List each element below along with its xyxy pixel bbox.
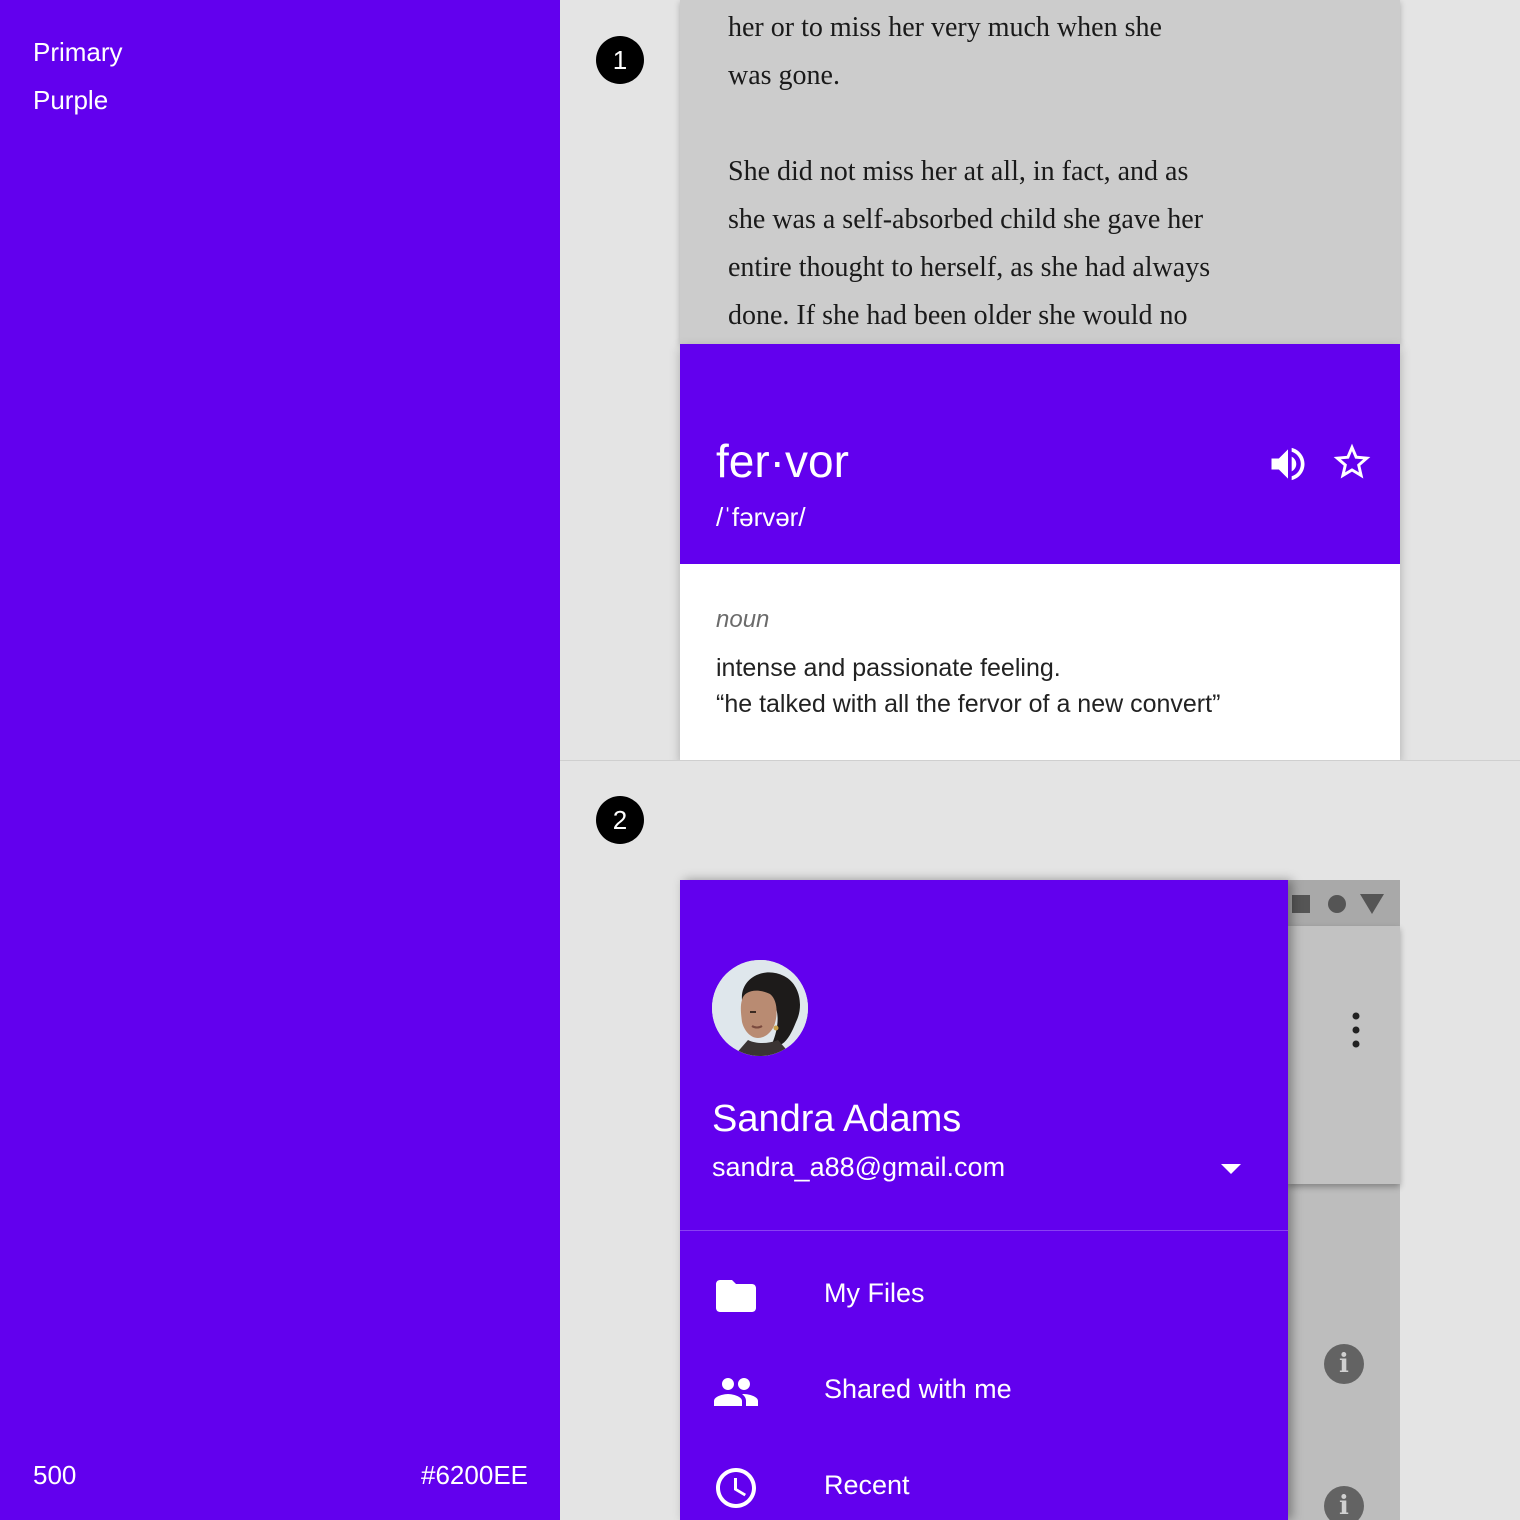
dictionary-card: fer·vor /ˈfərvər/ noun intense and passi… — [680, 344, 1400, 760]
book-line: her or to miss her very much when she — [728, 12, 1162, 43]
swatch-title: Primary Purple — [33, 28, 123, 124]
nav-item-my-files[interactable]: My Files — [680, 1248, 1288, 1344]
dictionary-header: fer·vor /ˈfərvər/ — [680, 344, 1400, 564]
status-bar — [1288, 880, 1400, 926]
info-icon[interactable]: i — [1324, 1344, 1364, 1384]
account-email: sandra_a88@gmail.com — [712, 1152, 1006, 1182]
back-triangle-icon — [1360, 894, 1384, 914]
avatar-portrait-image — [712, 960, 808, 1056]
folder-icon — [716, 1280, 756, 1312]
book-line: she was a self-absorbed child she gave h… — [728, 204, 1204, 235]
definition-text: intense and passionate feeling. — [716, 654, 1061, 682]
navigation-drawer: Sandra Adams sandra_a88@gmail.com My Fil… — [680, 880, 1288, 1520]
definition-block: intense and passionate feeling. “he talk… — [716, 650, 1220, 722]
book-line: done. If she had been older she would no — [728, 300, 1188, 331]
nav-item-label: Shared with me — [824, 1374, 1012, 1404]
clock-icon — [716, 1468, 756, 1508]
info-icon[interactable]: i — [1324, 1486, 1364, 1520]
account-name: Sandra Adams — [712, 1098, 962, 1140]
book-line: She did not miss her at all, in fact, an… — [728, 156, 1189, 187]
recents-square-icon — [1292, 895, 1310, 913]
example-sentence: “he talked with all the fervor of a new … — [716, 690, 1221, 718]
app-toolbar — [1288, 926, 1400, 1184]
example-panel-1: 1 her or to miss her very much when she … — [560, 0, 1520, 760]
swatch-hex: #6200EE — [421, 1460, 528, 1490]
star-outline-icon[interactable] — [1330, 440, 1374, 484]
example-panel-2: 2 i i Sandra Adams sandra_a88@gmail.com … — [560, 761, 1520, 1520]
nav-item-recent[interactable]: Recent — [680, 1440, 1288, 1520]
book-line: was gone. — [728, 60, 840, 91]
nav-item-label: Recent — [824, 1470, 910, 1500]
volume-up-icon[interactable] — [1266, 442, 1310, 486]
account-switcher-dropdown-icon[interactable] — [1221, 1164, 1241, 1174]
color-swatch: Primary Purple 500 #6200EE — [0, 0, 560, 1520]
book-line: entire thought to herself, as she had al… — [728, 252, 1211, 283]
nav-item-label: My Files — [824, 1278, 925, 1308]
nav-item-shared-with-me[interactable]: Shared with me — [680, 1344, 1288, 1440]
example-badge-2: 2 — [596, 796, 644, 844]
dictionary-phonetic: /ˈfərvər/ — [716, 502, 806, 532]
drawer-divider — [680, 1230, 1288, 1231]
people-icon — [714, 1378, 758, 1406]
swatch-shade: 500 — [33, 1460, 77, 1490]
background-app: i i — [1288, 880, 1400, 1520]
more-vert-icon[interactable] — [1342, 1010, 1370, 1050]
dictionary-word: fer·vor — [716, 435, 849, 487]
book-text: her or to miss her very much when she wa… — [728, 4, 1328, 388]
swatch-title-line1: Primary — [33, 37, 123, 67]
avatar[interactable] — [712, 960, 808, 1056]
part-of-speech: noun — [716, 606, 770, 633]
swatch-title-line2: Purple — [33, 85, 109, 115]
ebook-reader[interactable]: her or to miss her very much when she wa… — [680, 0, 1400, 344]
example-badge-1: 1 — [596, 36, 644, 84]
home-circle-icon — [1328, 895, 1346, 913]
